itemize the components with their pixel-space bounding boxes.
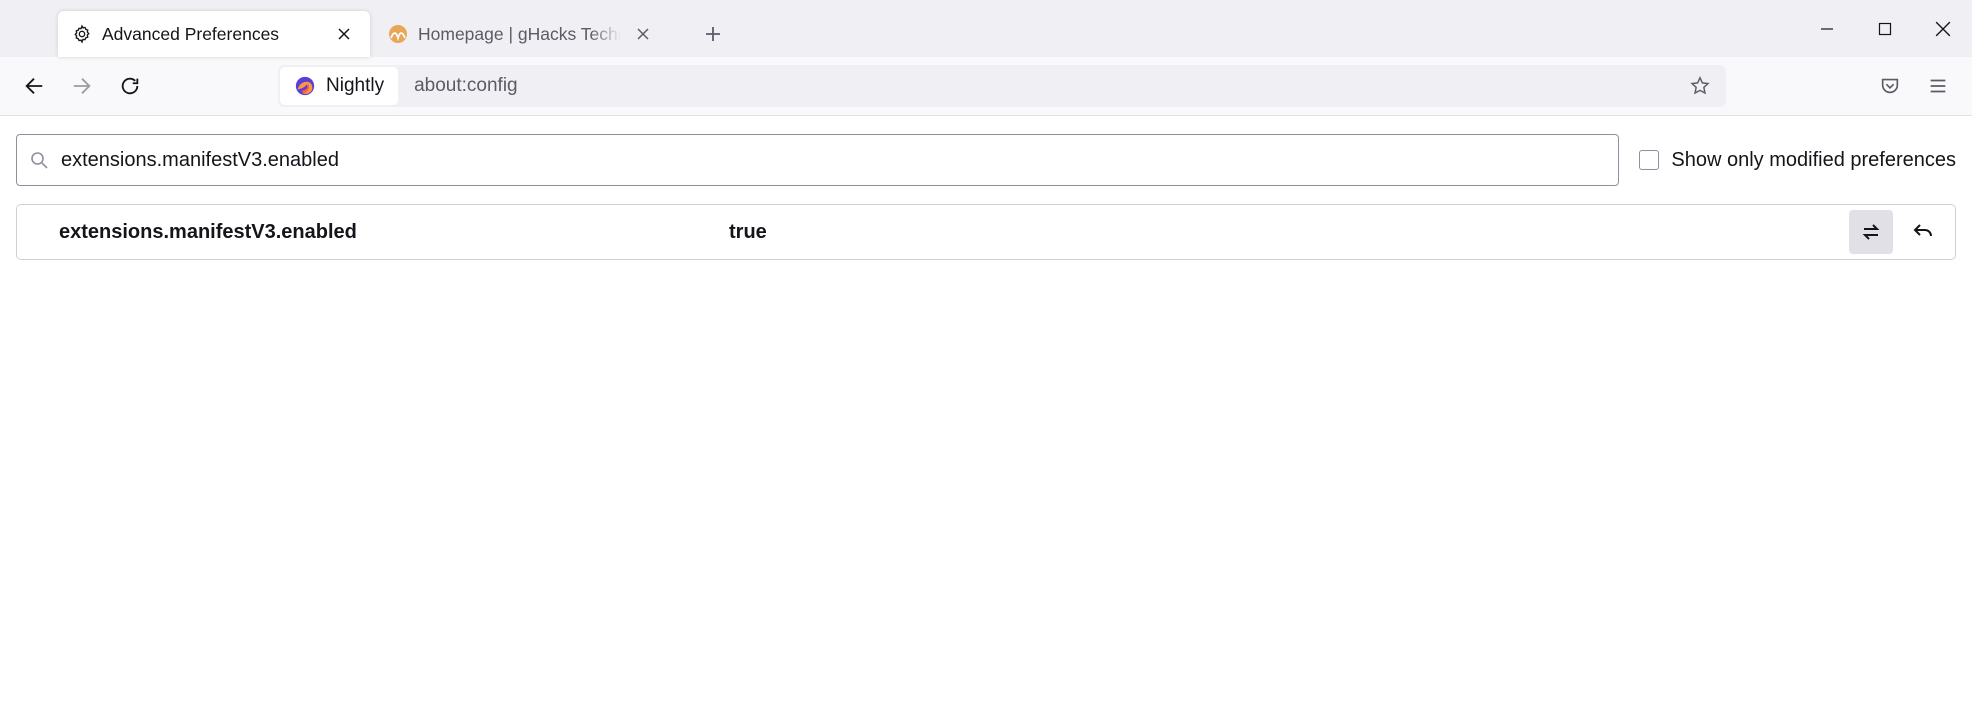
navigation-toolbar: Nightly about:config [0,57,1972,116]
search-row: Show only modified preferences [16,134,1956,186]
undo-icon [1911,220,1935,244]
tab-close-button[interactable] [332,22,356,46]
maximize-button[interactable] [1856,9,1914,49]
toggle-arrows-icon [1859,220,1883,244]
star-icon [1689,75,1711,97]
url-text: about:config [414,75,1682,97]
search-box [16,134,1619,186]
identity-box[interactable]: Nightly [280,67,398,105]
tab-advanced-preferences[interactable]: Advanced Preferences [58,11,370,57]
about-config-content: Show only modified preferences extension… [0,116,1972,278]
arrow-right-icon [71,75,93,97]
pocket-button[interactable] [1870,66,1910,106]
preference-search-input[interactable] [61,149,1606,172]
identity-label: Nightly [326,75,384,97]
maximize-icon [1878,22,1892,36]
reload-button[interactable] [110,66,150,106]
new-tab-button[interactable] [693,14,733,54]
address-bar[interactable]: Nightly about:config [278,65,1726,107]
minimize-icon [1820,22,1834,36]
tab-ghacks[interactable]: Homepage | gHacks Technology [374,11,669,57]
gear-icon [72,24,92,44]
window-controls [1798,0,1972,57]
reset-button[interactable] [1901,210,1945,254]
close-icon [635,26,651,42]
preference-value: true [729,221,1849,244]
plus-icon [703,24,723,44]
ghacks-favicon [388,24,408,44]
bookmark-button[interactable] [1682,68,1718,104]
checkbox-label: Show only modified preferences [1671,149,1956,172]
hamburger-icon [1927,75,1949,97]
tab-title: Advanced Preferences [102,24,322,45]
app-menu-button[interactable] [1918,66,1958,106]
preference-row[interactable]: extensions.manifestV3.enabled true [17,205,1955,259]
search-icon [29,150,49,170]
minimize-button[interactable] [1798,9,1856,49]
back-button[interactable] [14,66,54,106]
close-icon [336,26,352,42]
tab-close-button[interactable] [631,22,655,46]
close-icon [1935,21,1951,37]
window-close-button[interactable] [1914,9,1972,49]
arrow-left-icon [23,75,45,97]
firefox-nightly-icon [294,75,316,97]
toggle-button[interactable] [1849,210,1893,254]
preference-actions [1849,210,1945,254]
forward-button[interactable] [62,66,102,106]
tab-bar: Advanced Preferences Homepage | gHacks T… [0,0,1972,57]
preferences-list: extensions.manifestV3.enabled true [16,204,1956,260]
checkbox-box [1639,150,1659,170]
tab-title: Homepage | gHacks Technology [418,24,621,45]
reload-icon [119,75,141,97]
pocket-icon [1879,75,1901,97]
show-modified-only-checkbox[interactable]: Show only modified preferences [1639,149,1956,172]
preference-name: extensions.manifestV3.enabled [59,221,729,244]
